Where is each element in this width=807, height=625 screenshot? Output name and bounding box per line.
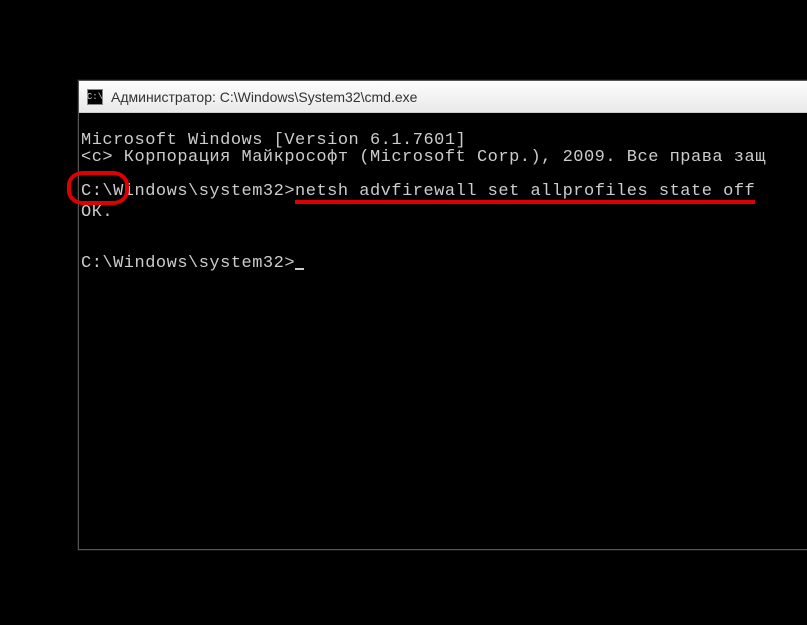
result-text: ОК. xyxy=(79,203,113,222)
console-output[interactable]: Microsoft Windows [Version 6.1.7601] <c>… xyxy=(79,113,807,549)
banner-line-2: <c> Корпорация Майкрософт (Microsoft Cor… xyxy=(79,148,766,167)
command-text: netsh advfirewall set allprofiles state … xyxy=(295,183,755,204)
titlebar[interactable]: C:\ Администратор: C:\Windows\System32\c… xyxy=(79,81,807,113)
cmd-icon: C:\ xyxy=(87,89,103,105)
cmd-window: C:\ Администратор: C:\Windows\System32\c… xyxy=(78,80,807,550)
prompt-1: C:\Windows\system32> xyxy=(81,182,295,201)
cursor xyxy=(295,268,304,270)
cmd-icon-label: C:\ xyxy=(87,92,103,102)
prompt-2: C:\Windows\system32> xyxy=(81,254,295,273)
window-title: Администратор: C:\Windows\System32\cmd.e… xyxy=(111,89,417,105)
